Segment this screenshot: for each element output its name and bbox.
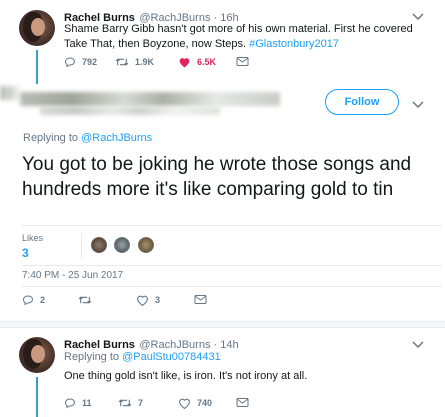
thread-line [36,377,38,417]
reply-icon [22,295,34,306]
caret-icon[interactable] [412,336,424,354]
caret-icon[interactable] [412,96,424,114]
liker-avatar[interactable] [90,236,108,254]
envelope-icon [236,57,249,66]
liker-avatar[interactable] [136,236,155,254]
retweet-icon [78,296,92,304]
tweet-text: Shame Barry Gibb hasn't got more of his … [64,23,413,50]
author-name[interactable]: Rachel Burns [64,339,135,351]
redacted-author-avatar [0,86,18,100]
tweet-actions: 11 7 740 [64,397,264,411]
stat-separator [81,233,82,259]
likes-stat[interactable]: Likes 3 [22,233,43,260]
hashtag-link[interactable]: #Glastonbury2017 [249,38,339,50]
divider [22,265,442,266]
like-count: 3 [155,295,161,305]
dm-button[interactable] [236,56,255,67]
divider [22,286,442,287]
follow-button[interactable]: Follow [325,89,399,115]
replying-to: Replying to @PaulStu00784431 [64,351,221,363]
reply-button[interactable]: 11 [64,397,92,409]
divider [22,225,442,226]
like-button[interactable]: 6.5K [178,56,216,68]
reply-count: 792 [82,57,98,67]
redacted-author-name [20,92,280,106]
redacted-author-handle [40,107,220,115]
reply-button[interactable]: 792 [64,56,97,68]
tweet-text: One thing gold isn't like, is iron. It's… [64,370,308,382]
retweet-icon [115,58,129,66]
dm-button[interactable] [194,294,213,305]
tweet-actions: 2 3 [22,294,222,308]
like-count: 740 [197,398,213,408]
envelope-icon [236,398,249,407]
avatar[interactable] [19,10,55,46]
retweet-button[interactable] [78,294,98,306]
likes-label: Likes [22,233,44,243]
liker-avatar[interactable] [113,236,132,254]
heart-filled-icon [179,58,190,68]
reply-count: 11 [82,398,92,408]
replying-to: Replying to @RachJBurns [23,132,153,144]
heart-icon [137,295,148,306]
author-handle-time[interactable]: @RachJBurns · 14h [139,339,238,351]
replying-to-handle[interactable]: @PaulStu00784431 [122,351,221,363]
retweet-button[interactable]: 7 [118,397,143,409]
dm-button[interactable] [236,397,255,408]
reply-icon [64,398,76,409]
replying-to-handle[interactable]: @RachJBurns [81,132,152,144]
retweet-count: 7 [138,398,144,408]
reply-icon [64,57,76,68]
like-button[interactable]: 3 [136,294,160,306]
tweet-actions: 792 1.9K 6.5K [64,56,264,70]
thread-line [36,50,38,84]
envelope-icon [194,295,207,304]
retweet-icon [118,399,132,407]
avatar[interactable] [19,337,55,373]
retweet-button[interactable]: 1.9K [115,56,154,68]
reply-button[interactable]: 2 [22,294,45,306]
section-separator [0,321,445,328]
likes-count: 3 [22,246,29,260]
likers-avatars[interactable] [90,236,156,259]
main-tweet-text: You got to be joking he wrote those song… [22,154,412,200]
like-button[interactable]: 740 [178,397,212,409]
reply-count: 2 [40,295,46,305]
retweet-count: 1.9K [135,57,155,67]
heart-icon [179,398,190,409]
like-count: 6.5K [197,57,217,67]
timestamp[interactable]: 7:40 PM - 25 Jun 2017 [22,270,123,281]
